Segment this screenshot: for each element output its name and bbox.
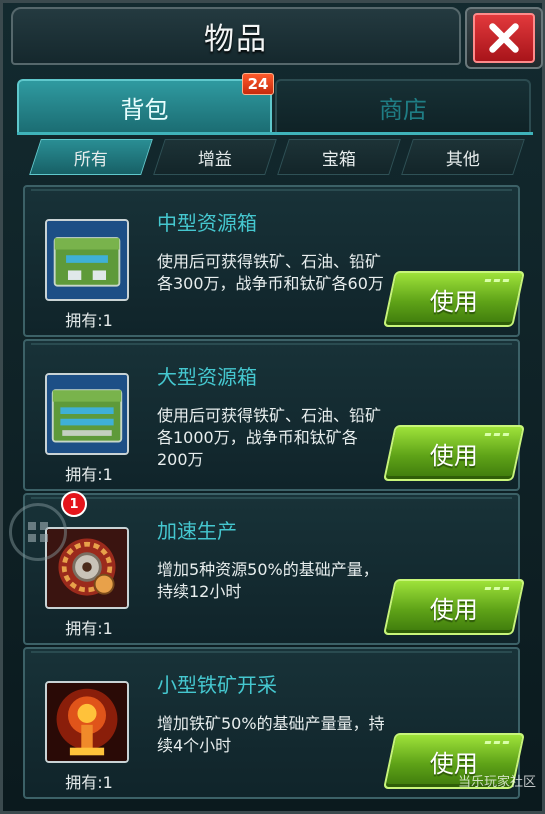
floating-menu-button[interactable]: [9, 503, 67, 561]
tab-shop[interactable]: 商店: [275, 79, 531, 133]
button-decoration: [484, 587, 510, 590]
filter-chests[interactable]: 宝箱: [277, 139, 401, 175]
close-button[interactable]: [465, 7, 543, 69]
item-name: 加速生产: [157, 519, 237, 543]
window-title: 物品: [204, 22, 268, 57]
main-tabs: 背包 24 商店: [17, 73, 533, 133]
filter-chests-label: 宝箱: [322, 149, 356, 170]
list-item: 拥有:1 大型资源箱 使用后可获得铁矿、石油、铅矿各1000万，战争币和钛矿各2…: [23, 339, 525, 491]
owned-count: 拥有:1: [65, 311, 113, 330]
medium-resource-crate-icon: [45, 219, 129, 301]
list-item: 拥有:1 加速生产 增加5种资源50%的基础产量，持续12小时 使用: [23, 493, 525, 645]
owned-count: 拥有:1: [65, 773, 113, 792]
item-name: 中型资源箱: [157, 211, 257, 235]
filter-buffs-label: 增益: [198, 149, 232, 170]
filter-buffs[interactable]: 增益: [153, 139, 277, 175]
watermark-text: 当乐玩家社区: [458, 775, 537, 790]
tab-divider: [17, 132, 533, 135]
use-button[interactable]: 使用: [383, 271, 525, 327]
filter-all-label: 所有: [74, 149, 108, 170]
button-decoration: [484, 433, 510, 436]
use-button-label: 使用: [430, 287, 478, 316]
item-description: 增加铁矿50%的基础产量量，持续4个小时: [157, 714, 385, 755]
title-bar: 物品: [11, 7, 461, 65]
tab-backpack[interactable]: 背包 24: [17, 73, 274, 133]
owned-count: 拥有:1: [65, 619, 113, 638]
backpack-count-badge: 24: [242, 73, 274, 95]
use-button[interactable]: 使用: [383, 579, 525, 635]
close-icon: [473, 13, 535, 63]
list-item: 拥有:1 中型资源箱 使用后可获得铁矿、石油、铅矿各300万，战争币和钛矿各60…: [23, 185, 525, 337]
filter-bar: 所有 增益 宝箱 其他: [27, 139, 525, 177]
use-button-label: 使用: [430, 595, 478, 624]
notification-badge: 1: [61, 491, 87, 517]
grid-icon: [28, 522, 48, 542]
large-resource-crate-icon: [45, 373, 129, 455]
item-description: 增加5种资源50%的基础产量，持续12小时: [157, 560, 379, 601]
owned-count: 拥有:1: [65, 465, 113, 484]
use-button-label: 使用: [430, 441, 478, 470]
use-button[interactable]: 使用: [383, 425, 525, 481]
item-name: 大型资源箱: [157, 365, 257, 389]
list-item: 拥有:1 小型铁矿开采 增加铁矿50%的基础产量量，持续4个小时 使用: [23, 647, 525, 799]
item-description: 使用后可获得铁矿、石油、铅矿各300万，战争币和钛矿各60万: [157, 252, 384, 293]
items-window: 物品 背包 24 商店 所有 增益 宝箱 其他 拥有:1 中型资源箱 使用后可获…: [0, 0, 545, 814]
item-description: 使用后可获得铁矿、石油、铅矿各1000万，战争币和钛矿各200万: [157, 406, 382, 469]
iron-mining-blast-icon: [45, 681, 129, 763]
tab-shop-label: 商店: [379, 95, 427, 124]
button-decoration: [484, 279, 510, 282]
filter-other[interactable]: 其他: [401, 139, 525, 175]
button-decoration: [484, 741, 510, 744]
filter-other-label: 其他: [446, 149, 480, 170]
tab-backpack-label: 背包: [120, 95, 169, 124]
item-name: 小型铁矿开采: [157, 673, 277, 697]
filter-all[interactable]: 所有: [29, 139, 153, 175]
